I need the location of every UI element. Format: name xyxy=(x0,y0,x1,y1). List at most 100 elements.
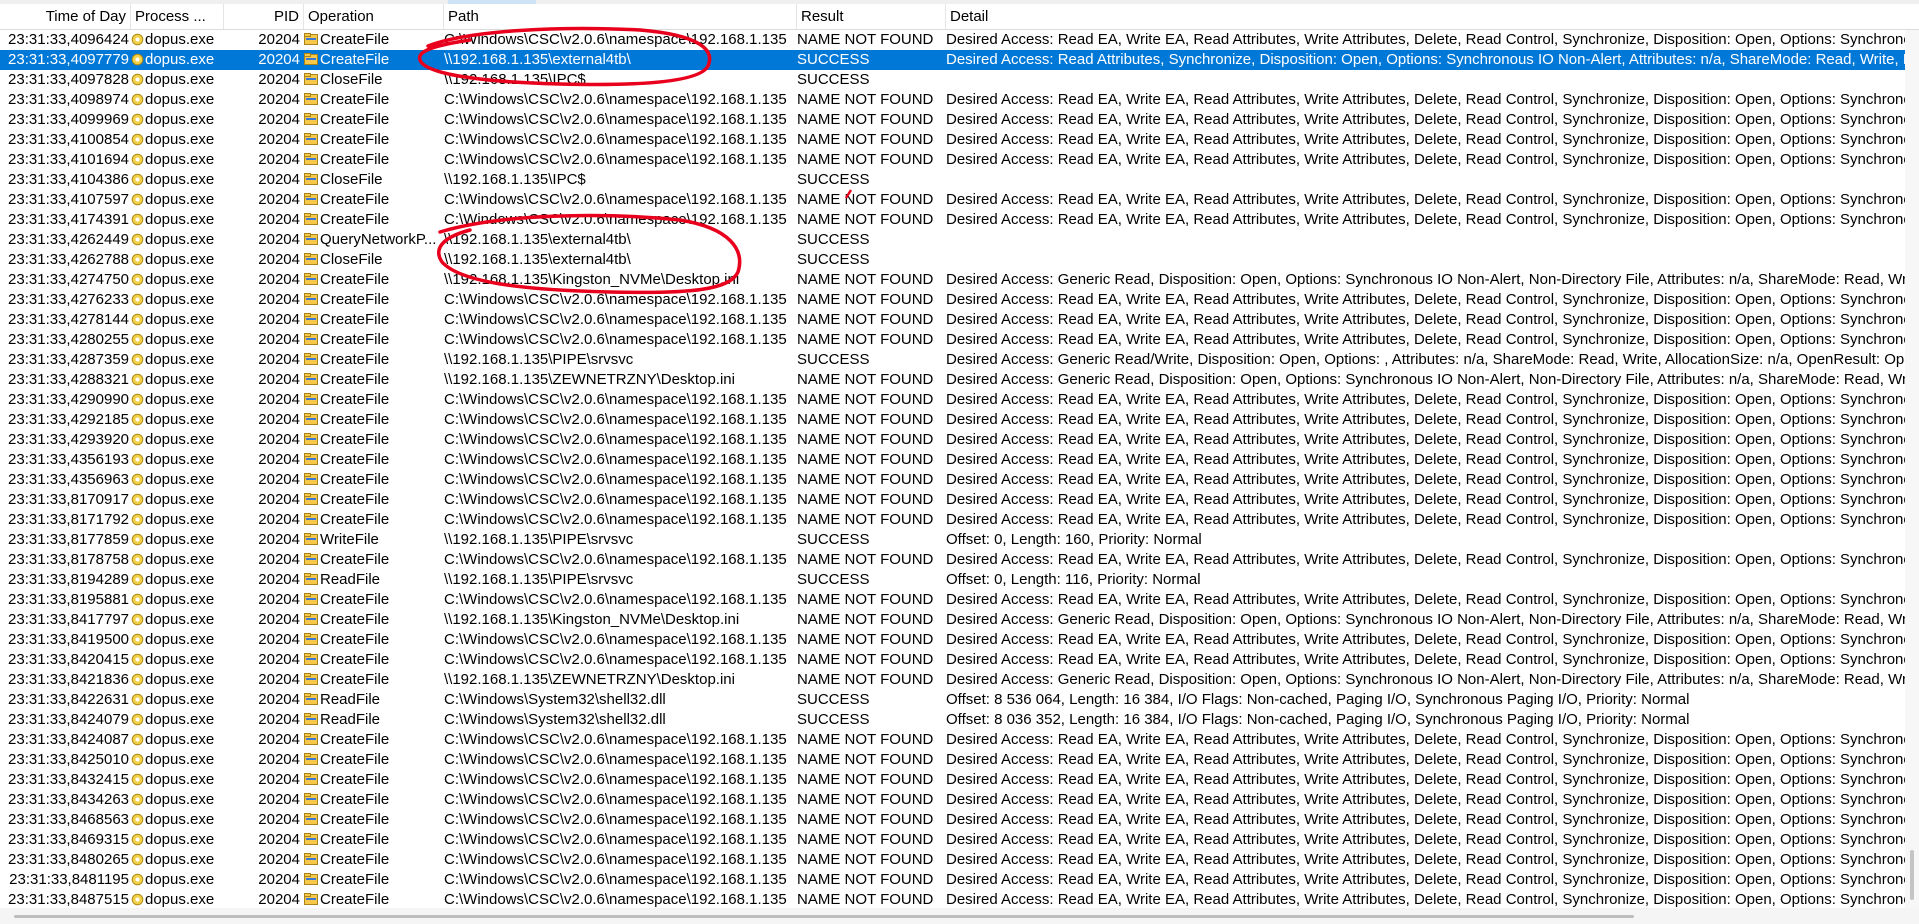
path-cell: \\192.168.1.135\PIPE\srvsvc xyxy=(444,531,634,548)
process-icon xyxy=(131,312,144,326)
process-name: dopus.exe xyxy=(145,231,215,248)
path-cell: \\192.168.1.135\external4tb\ xyxy=(444,251,631,268)
operation-cell: CreateFile xyxy=(304,790,444,810)
time-cell: 23:31:33,8178758 xyxy=(8,551,129,568)
process-name: dopus.exe xyxy=(145,391,215,408)
table-row[interactable]: 23:31:33,4098974 dopus.exe 20204 CreateFile… xyxy=(0,90,1905,110)
table-row[interactable]: 23:31:33,8487515 dopus.exe 20204 CreateFile… xyxy=(0,890,1905,908)
column-header-pid[interactable]: PID xyxy=(224,4,304,29)
table-row[interactable]: 23:31:33,8432415 dopus.exe 20204 CreateFile… xyxy=(0,770,1905,790)
process-name: dopus.exe xyxy=(145,71,215,88)
process-cell: dopus.exe xyxy=(131,470,221,490)
result-cell: NAME NOT FOUND xyxy=(797,751,934,768)
event-list[interactable]: 23:31:33,4096424 dopus.exe 20204 CreateFile… xyxy=(0,30,1905,908)
result-cell: NAME NOT FOUND xyxy=(797,451,934,468)
filesystem-operation-icon xyxy=(304,471,318,485)
table-row[interactable]: 23:31:33,4356963 dopus.exe 20204 CreateFile… xyxy=(0,470,1905,490)
path-cell: \\192.168.1.135\external4tb\ xyxy=(444,231,631,248)
table-row[interactable]: 23:31:33,8420415 dopus.exe 20204 CreateFile… xyxy=(0,650,1905,670)
detail-cell: Desired Access: Generic Read, Dispositio… xyxy=(946,611,1905,628)
result-cell: NAME NOT FOUND xyxy=(797,31,934,48)
result-cell: NAME NOT FOUND xyxy=(797,371,934,388)
column-header-process[interactable]: Process ... xyxy=(131,4,224,29)
table-row[interactable]: 23:31:33,4097828 dopus.exe 20204 CloseFile \… xyxy=(0,70,1905,90)
table-row[interactable]: 23:31:33,8421836 dopus.exe 20204 CreateFile… xyxy=(0,670,1905,690)
table-row[interactable]: 23:31:33,4101694 dopus.exe 20204 CreateFile… xyxy=(0,150,1905,170)
table-row[interactable]: 23:31:33,4274750 dopus.exe 20204 CreateFile… xyxy=(0,270,1905,290)
column-header-operation[interactable]: Operation xyxy=(304,4,444,29)
table-row[interactable]: 23:31:33,4290990 dopus.exe 20204 CreateFile… xyxy=(0,390,1905,410)
table-row[interactable]: 23:31:33,4096424 dopus.exe 20204 CreateFile… xyxy=(0,30,1905,50)
filesystem-operation-icon xyxy=(304,871,318,885)
horizontal-scrollbar[interactable] xyxy=(0,908,1919,924)
table-row[interactable]: 23:31:33,8424079 dopus.exe 20204 ReadFile C:… xyxy=(0,710,1905,730)
table-row[interactable]: 23:31:33,4288321 dopus.exe 20204 CreateFile… xyxy=(0,370,1905,390)
process-cell: dopus.exe xyxy=(131,790,221,810)
table-row[interactable]: 23:31:33,4292185 dopus.exe 20204 CreateFile… xyxy=(0,410,1905,430)
table-row[interactable]: 23:31:33,4097779 dopus.exe 20204 CreateFile… xyxy=(0,50,1905,70)
time-cell: 23:31:33,4290990 xyxy=(8,391,129,408)
table-row[interactable]: 23:31:33,8422631 dopus.exe 20204 ReadFile C:… xyxy=(0,690,1905,710)
detail-cell: Desired Access: Read EA, Write EA, Read … xyxy=(946,851,1905,868)
table-row[interactable]: 23:31:33,8178758 dopus.exe 20204 CreateFile… xyxy=(0,550,1905,570)
table-row[interactable]: 23:31:33,8194289 dopus.exe 20204 ReadFile \\… xyxy=(0,570,1905,590)
table-row[interactable]: 23:31:33,4104386 dopus.exe 20204 CloseFile \… xyxy=(0,170,1905,190)
horizontal-scrollbar-thumb[interactable] xyxy=(14,915,1634,918)
table-row[interactable]: 23:31:33,8170917 dopus.exe 20204 CreateFile… xyxy=(0,490,1905,510)
table-row[interactable]: 23:31:33,8177859 dopus.exe 20204 WriteFile \… xyxy=(0,530,1905,550)
vertical-scrollbar[interactable] xyxy=(1905,30,1919,908)
table-row[interactable]: 23:31:33,4262449 dopus.exe 20204 QueryNetwo… xyxy=(0,230,1905,250)
table-row[interactable]: 23:31:33,8469315 dopus.exe 20204 CreateFile… xyxy=(0,830,1905,850)
filesystem-operation-icon xyxy=(304,771,318,785)
pid-cell: 20204 xyxy=(258,151,300,168)
table-row[interactable]: 23:31:33,8425010 dopus.exe 20204 CreateFile… xyxy=(0,750,1905,770)
column-header-path[interactable]: Path xyxy=(444,4,797,29)
table-row[interactable]: 23:31:33,4287359 dopus.exe 20204 CreateFile… xyxy=(0,350,1905,370)
vertical-scrollbar-thumb[interactable] xyxy=(1910,850,1914,900)
operation-cell: CloseFile xyxy=(304,250,444,270)
pid-cell: 20204 xyxy=(258,671,300,688)
table-row[interactable]: 23:31:33,8481195 dopus.exe 20204 CreateFile… xyxy=(0,870,1905,890)
table-row[interactable]: 23:31:33,4293920 dopus.exe 20204 CreateFile… xyxy=(0,430,1905,450)
table-row[interactable]: 23:31:33,4280255 dopus.exe 20204 CreateFile… xyxy=(0,330,1905,350)
process-name: dopus.exe xyxy=(145,451,215,468)
column-header-detail[interactable]: Detail xyxy=(946,4,1919,29)
process-icon xyxy=(131,172,144,186)
column-header-result[interactable]: Result xyxy=(797,4,946,29)
table-row[interactable]: 23:31:33,4262788 dopus.exe 20204 CloseFile \… xyxy=(0,250,1905,270)
table-row[interactable]: 23:31:33,8171792 dopus.exe 20204 CreateFile… xyxy=(0,510,1905,530)
column-header-time[interactable]: Time of Day xyxy=(0,4,131,29)
table-row[interactable]: 23:31:33,8468563 dopus.exe 20204 CreateFile… xyxy=(0,810,1905,830)
process-icon xyxy=(131,72,144,86)
pid-cell: 20204 xyxy=(258,311,300,328)
result-cell: SUCCESS xyxy=(797,571,870,588)
table-row[interactable]: 23:31:33,4278144 dopus.exe 20204 CreateFile… xyxy=(0,310,1905,330)
time-cell: 23:31:33,4293920 xyxy=(8,431,129,448)
table-row[interactable]: 23:31:33,8195881 dopus.exe 20204 CreateFile… xyxy=(0,590,1905,610)
table-row[interactable]: 23:31:33,4276233 dopus.exe 20204 CreateFile… xyxy=(0,290,1905,310)
table-row[interactable]: 23:31:33,4107597 dopus.exe 20204 CreateFile… xyxy=(0,190,1905,210)
operation-cell: CreateFile xyxy=(304,650,444,670)
table-row[interactable]: 23:31:33,8480265 dopus.exe 20204 CreateFile… xyxy=(0,850,1905,870)
operation-name: QueryNetworkP... xyxy=(320,231,437,248)
process-cell: dopus.exe xyxy=(131,670,221,690)
operation-cell: ReadFile xyxy=(304,710,444,730)
table-row[interactable]: 23:31:33,8419500 dopus.exe 20204 CreateFile… xyxy=(0,630,1905,650)
filesystem-operation-icon xyxy=(304,411,318,425)
filesystem-operation-icon xyxy=(304,511,318,525)
table-row[interactable]: 23:31:33,4356193 dopus.exe 20204 CreateFile… xyxy=(0,450,1905,470)
operation-name: CreateFile xyxy=(320,751,390,768)
table-row[interactable]: 23:31:33,8417797 dopus.exe 20204 CreateFile… xyxy=(0,610,1905,630)
time-cell: 23:31:33,8432415 xyxy=(8,771,129,788)
path-cell: C:\Windows\CSC\v2.0.6\namespace\192.168.… xyxy=(444,311,787,328)
table-row[interactable]: 23:31:33,8434263 dopus.exe 20204 CreateFile… xyxy=(0,790,1905,810)
table-row[interactable]: 23:31:33,4174391 dopus.exe 20204 CreateFile… xyxy=(0,210,1905,230)
table-row[interactable]: 23:31:33,8424087 dopus.exe 20204 CreateFile… xyxy=(0,730,1905,750)
column-header: Time of Day Process ... PID Operation Pa… xyxy=(0,4,1919,30)
table-row[interactable]: 23:31:33,4099969 dopus.exe 20204 CreateFile… xyxy=(0,110,1905,130)
detail-cell: Desired Access: Read EA, Write EA, Read … xyxy=(946,511,1905,528)
table-row[interactable]: 23:31:33,4100854 dopus.exe 20204 CreateFile… xyxy=(0,130,1905,150)
detail-cell: Desired Access: Read EA, Write EA, Read … xyxy=(946,431,1905,448)
result-cell: NAME NOT FOUND xyxy=(797,871,934,888)
path-cell: C:\Windows\CSC\v2.0.6\namespace\192.168.… xyxy=(444,151,787,168)
